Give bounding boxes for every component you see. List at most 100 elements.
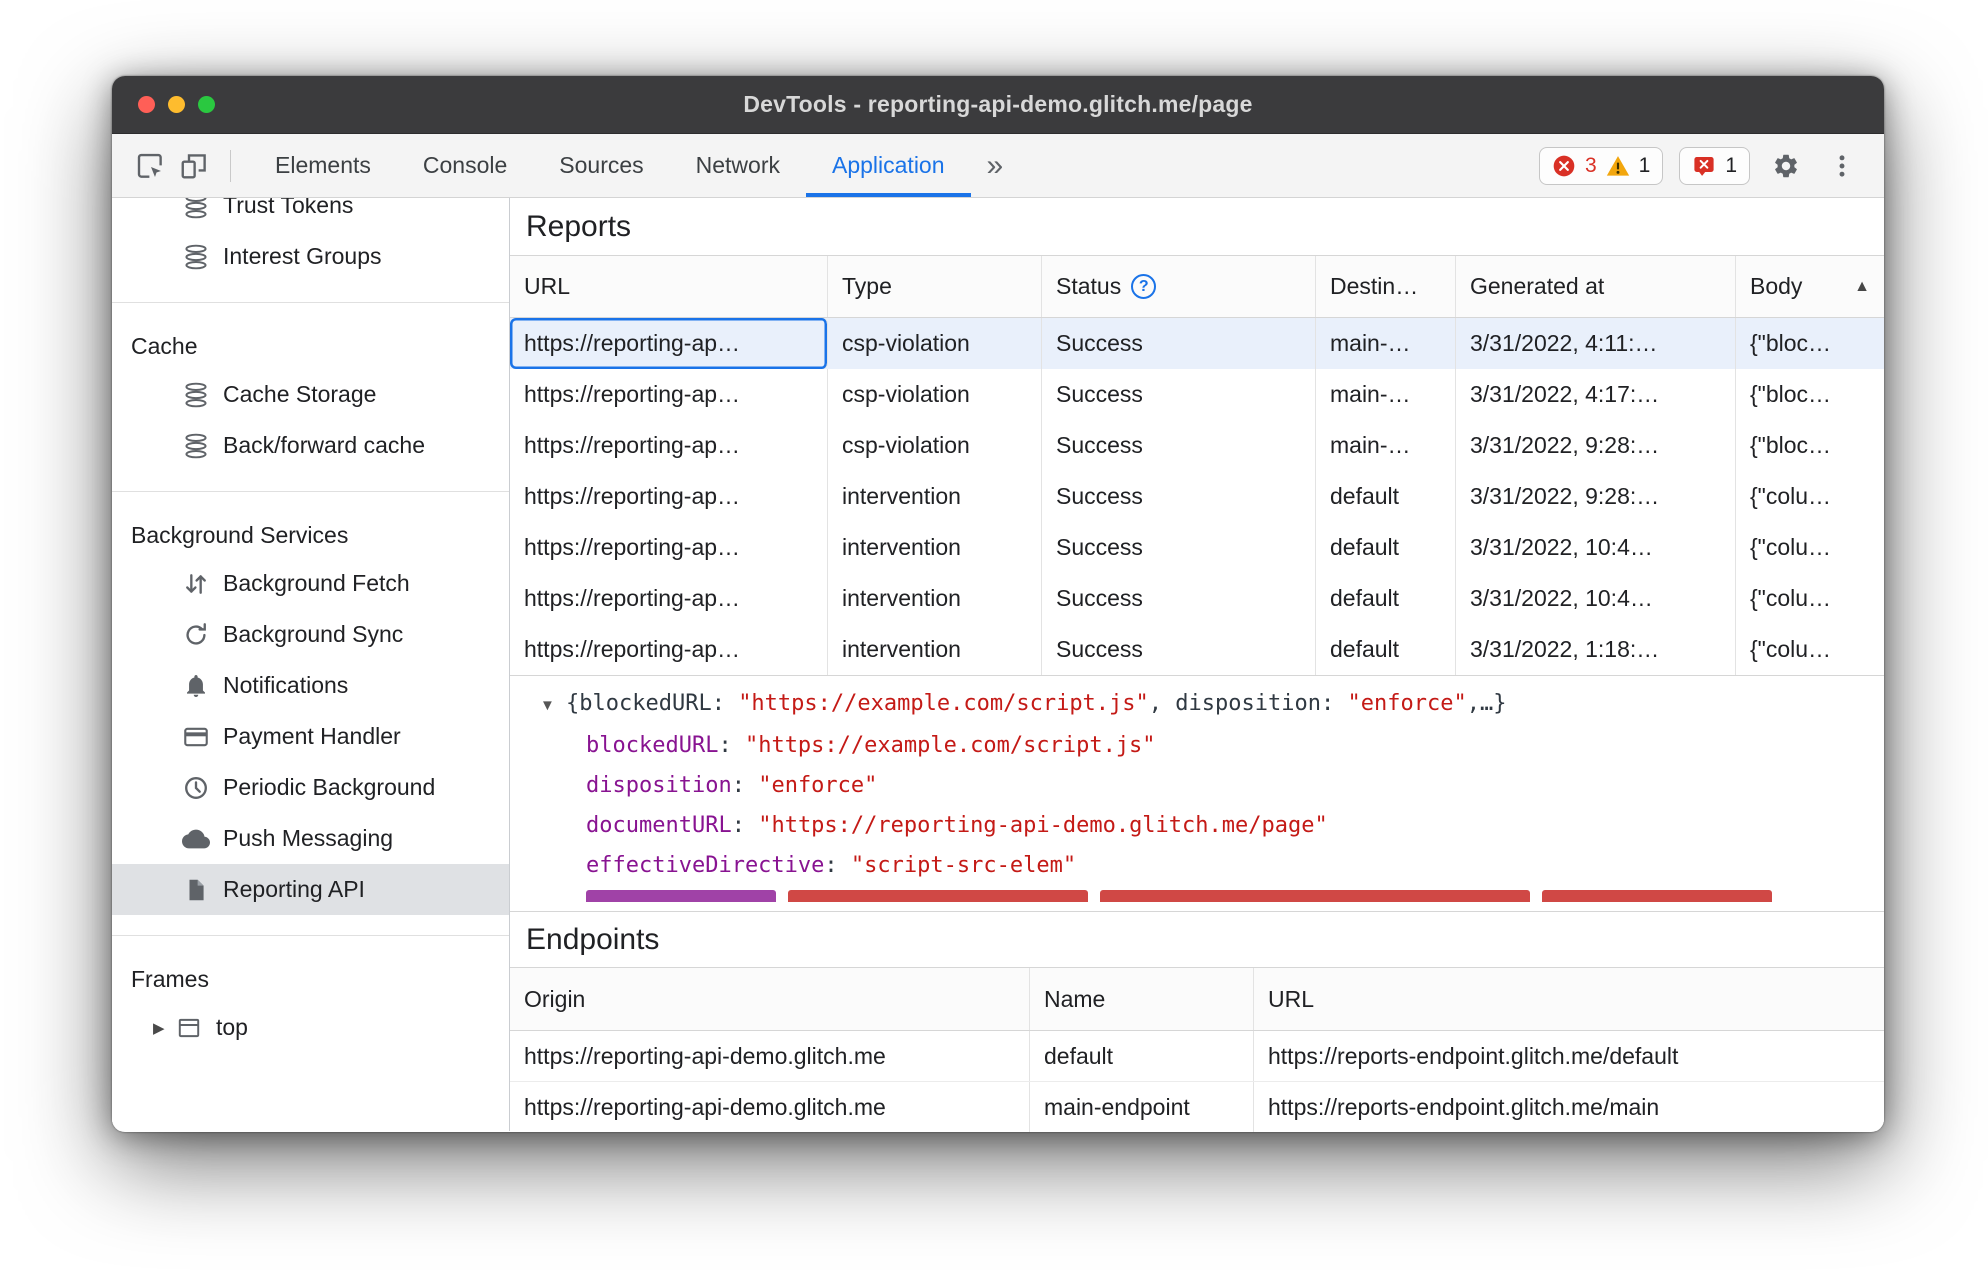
json-key: documentURL [586,813,732,838]
column-header-status[interactable]: Status ? [1042,256,1316,317]
report-url-cell: https://reporting-ap… [510,420,828,471]
sidebar-item-cache-storage[interactable]: Cache Storage [112,369,509,420]
sort-ascending-icon: ▲ [1854,277,1870,295]
expander-triangle-icon[interactable]: ▼ [540,686,566,726]
json-string: "enforce" [1347,691,1467,716]
reports-heading: Reports [510,198,1884,256]
report-body-cell: {"bloc… [1750,330,1832,356]
report-url-cell: https://reporting-ap… [510,471,828,522]
column-header-destination[interactable]: Destin… [1316,256,1456,317]
issues-count: 1 [1725,153,1737,177]
report-generated-cell: 3/31/2022, 4:17:… [1456,369,1736,420]
window-title: DevTools - reporting-api-demo.glitch.me/… [743,91,1253,117]
sidebar-item-push-messaging[interactable]: Push Messaging [112,813,509,864]
device-toolbar-button[interactable] [174,146,214,186]
column-header-origin[interactable]: Origin [510,968,1030,1030]
report-status-cell: Success [1042,624,1316,675]
sidebar-item-top-frame[interactable]: ▶ top [112,1002,509,1053]
inspect-element-button[interactable] [130,146,170,186]
sidebar-item-background-sync[interactable]: Background Sync [112,609,509,660]
database-icon [182,198,210,220]
sidebar-item-payment-handler[interactable]: Payment Handler [112,711,509,762]
report-status-cell: Success [1042,522,1316,573]
report-url-cell: https://reporting-ap… [510,318,828,369]
tab-application[interactable]: Application [806,134,971,197]
three-dots-icon [1839,154,1845,177]
warning-count: 1 [1638,153,1651,177]
tab-elements[interactable]: Elements [249,134,397,197]
report-type-cell: intervention [828,471,1042,522]
sidebar-item-notifications[interactable]: Notifications [112,660,509,711]
sidebar-item-interest-groups[interactable]: Interest Groups [112,231,509,282]
column-header-type[interactable]: Type [828,256,1042,317]
close-window-button[interactable] [138,96,155,113]
report-destination-cell: default [1316,471,1456,522]
report-type-cell: intervention [828,573,1042,624]
sidebar-item-label: Notifications [223,672,349,698]
endpoint-row[interactable]: https://reporting-api-demo.glitch.me mai… [510,1082,1884,1132]
section-title-background-services: Background Services [131,521,349,548]
sidebar-item-label: Background Fetch [223,570,410,596]
report-row[interactable]: https://reporting-ap… intervention Succe… [510,522,1884,573]
report-generated-cell: 3/31/2022, 4:11:… [1456,318,1736,369]
endpoint-name-cell: main-endpoint [1030,1082,1254,1132]
endpoints-table: Origin Name URL https://reporting-api-de… [510,968,1884,1132]
report-url-cell: https://reporting-ap… [510,573,828,624]
report-url-cell: https://reporting-ap… [510,369,828,420]
sidebar-item-back-forward-cache[interactable]: Back/forward cache [112,420,509,471]
report-row[interactable]: https://reporting-ap… intervention Succe… [510,624,1884,675]
json-key: effectiveDirective [586,853,825,878]
endpoint-name-cell: default [1030,1031,1254,1081]
report-body-cell: {"colu… [1750,534,1832,560]
column-header-url[interactable]: URL [510,256,828,317]
column-header-name[interactable]: Name [1030,968,1254,1030]
devtools-window: DevTools - reporting-api-demo.glitch.me/… [112,76,1884,1132]
reports-table: URL Type Status ? Destin… Generated at B… [510,256,1884,676]
column-header-body[interactable]: Body ▲ [1736,256,1884,317]
settings-gear-button[interactable] [1766,146,1806,186]
report-status-cell: Success [1042,573,1316,624]
sidebar-item-periodic-background-sync[interactable]: Periodic Background [112,762,509,813]
more-tabs-button[interactable]: » [971,134,1020,197]
help-icon[interactable]: ? [1131,274,1157,299]
sidebar-item-trust-tokens[interactable]: Trust Tokens [112,198,509,231]
tab-sources[interactable]: Sources [533,134,669,197]
section-title-frames: Frames [131,965,209,992]
report-row[interactable]: https://reporting-ap… csp-violation Succ… [510,318,1884,369]
report-type-cell: intervention [828,624,1042,675]
customize-menu-button[interactable] [1822,146,1862,186]
tab-console[interactable]: Console [397,134,533,197]
report-row[interactable]: https://reporting-ap… intervention Succe… [510,573,1884,624]
report-type-cell: csp-violation [828,369,1042,420]
sidebar-item-label: Interest Groups [223,243,382,269]
sidebar-item-label: Reporting API [223,876,365,902]
report-destination-cell: main-… [1316,318,1456,369]
errors-warnings-badge[interactable]: 3 1 [1538,146,1664,185]
sidebar-item-background-fetch[interactable]: Background Fetch [112,558,509,609]
tab-network[interactable]: Network [670,134,806,197]
report-destination-cell: default [1316,573,1456,624]
minimize-window-button[interactable] [168,96,185,113]
issues-icon [1692,154,1716,178]
report-generated-cell: 3/31/2022, 10:4… [1456,573,1736,624]
sidebar-item-label: Push Messaging [223,825,394,851]
sidebar-item-reporting-api[interactable]: Reporting API [112,864,509,915]
fullscreen-window-button[interactable] [198,96,215,113]
report-row[interactable]: https://reporting-ap… intervention Succe… [510,471,1884,522]
reports-table-header: URL Type Status ? Destin… Generated at B… [510,256,1884,318]
clipped-text-fragment [586,890,776,902]
disclosure-triangle-icon[interactable]: ▶ [153,1019,175,1037]
endpoint-row[interactable]: https://reporting-api-demo.glitch.me def… [510,1031,1884,1082]
column-header-generated-at[interactable]: Generated at [1456,256,1736,317]
column-header-endpoint-url[interactable]: URL [1254,968,1884,1030]
json-key: blockedURL [586,733,719,758]
issues-badge[interactable]: 1 [1679,146,1750,185]
report-body-cell: {"colu… [1750,483,1832,509]
report-generated-cell: 3/31/2022, 9:28:… [1456,471,1736,522]
sidebar-item-label: Trust Tokens [223,198,354,218]
report-row[interactable]: https://reporting-ap… csp-violation Succ… [510,420,1884,471]
report-type-cell: intervention [828,522,1042,573]
reporting-api-panel: Reports URL Type Status ? Destin… Genera… [510,198,1884,1132]
report-row[interactable]: https://reporting-ap… csp-violation Succ… [510,369,1884,420]
clipped-json-line [510,890,1884,902]
